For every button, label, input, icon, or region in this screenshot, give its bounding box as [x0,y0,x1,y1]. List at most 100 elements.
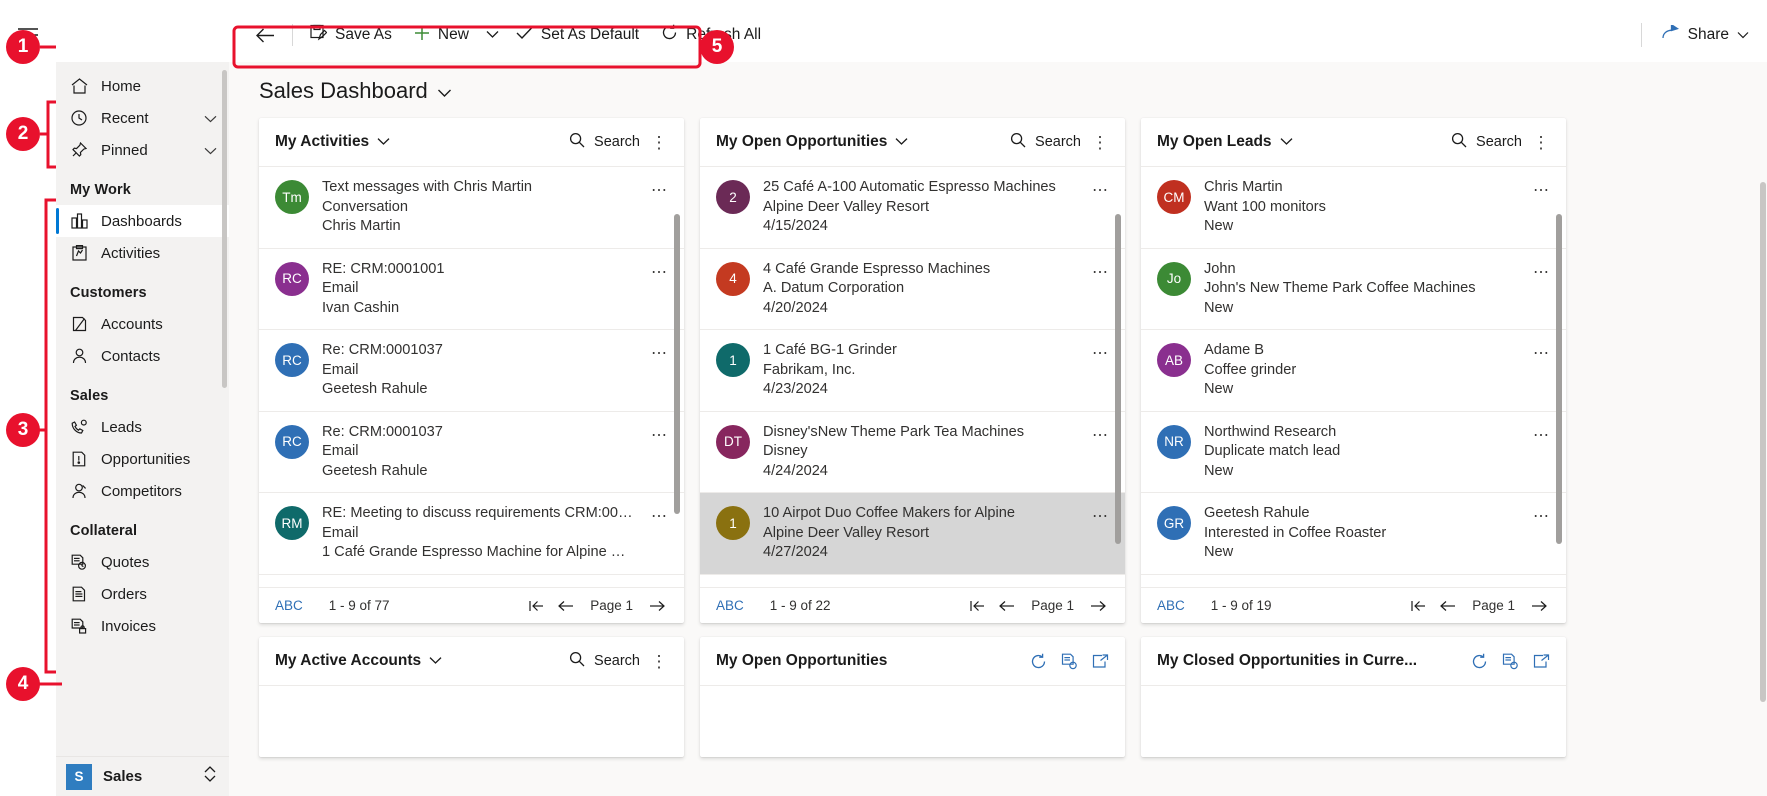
chevron-down-icon[interactable] [1280,133,1293,151]
sidebar-item-opportunities[interactable]: Opportunities [56,443,229,475]
list-item[interactable]: AB Adame B Coffee grinder New ⋯ [1141,329,1566,411]
card-list-scrollbar[interactable] [1115,214,1121,544]
list-item-menu-button[interactable]: ⋯ [1529,504,1552,525]
card-search-button[interactable]: Search [1004,128,1087,156]
next-page-button[interactable] [1083,597,1113,615]
card-title-my-closed-opportunities-chart[interactable]: My Closed Opportunities in Curre... [1157,652,1417,670]
sidebar-item-pinned[interactable]: Pinned [56,134,229,166]
list-item-menu-button[interactable]: ⋯ [647,178,670,199]
card-list-scrollbar[interactable] [674,214,680,514]
card-overflow-menu-button[interactable]: ⋮ [646,128,672,156]
list-item[interactable]: 4 4 Café Grande Espresso Machines A. Dat… [700,247,1125,330]
previous-page-button[interactable] [992,597,1022,615]
list-item-menu-button[interactable]: ⋯ [1088,341,1111,362]
set-as-default-button[interactable]: Set As Default [505,15,650,55]
previous-page-button[interactable] [1433,597,1463,615]
sidebar-scrollbar[interactable] [222,70,227,388]
card-title-my-open-opportunities[interactable]: My Open Opportunities [716,133,908,151]
next-page-button[interactable] [1524,597,1554,615]
list-item-menu-button[interactable]: ⋯ [1088,423,1111,443]
list-item-menu-button[interactable]: ⋯ [647,341,670,362]
list-item[interactable]: RC Re: CRM:0001037 Email Geetesh Rahule … [259,329,684,411]
refresh-icon[interactable] [1471,653,1488,670]
sidebar-item-accounts[interactable]: Accounts [56,308,229,340]
list-item[interactable]: Tm Text messages with Chris Martin Conve… [259,166,684,248]
list-item[interactable]: DN Disney's New Theme Park Coffee Machin… [700,573,1125,588]
expand-icon[interactable] [1533,653,1550,669]
list-item-menu-button[interactable]: ⋯ [647,586,670,588]
list-item[interactable]: CM Chris Martin Want 100 monitors New ⋯ [1141,166,1566,248]
list-item-menu-button[interactable]: ⋯ [1088,586,1111,588]
list-item-menu-button[interactable]: ⋯ [1088,178,1111,199]
list-item-menu-button[interactable]: ⋯ [1088,260,1111,280]
card-search-button[interactable]: Search [563,128,646,156]
share-button[interactable]: Share [1654,19,1757,51]
list-item-menu-button[interactable]: ⋯ [1529,586,1552,588]
card-title-my-open-opportunities-chart[interactable]: My Open Opportunities [716,652,887,670]
previous-page-button[interactable] [551,597,581,615]
sidebar-item-quotes[interactable]: Quotes [56,546,229,578]
card-search-button[interactable]: Search [1445,128,1528,156]
list-item[interactable]: DT Disney'sNew Theme Park Tea Machines D… [700,410,1125,493]
first-page-button[interactable] [962,597,992,615]
save-as-button[interactable]: Save As [299,15,403,55]
list-item[interactable]: RC RE: CRM:0001001 Email Ivan Cashin ⋯ [259,247,684,330]
sidebar-item-competitors[interactable]: Competitors [56,475,229,507]
list-item-menu-button[interactable]: ⋯ [1088,504,1111,525]
dashboard-title-text[interactable]: Sales Dashboard [259,78,428,104]
sidebar-item-leads[interactable]: Leads [56,411,229,443]
sidebar-item-orders[interactable]: Orders [56,578,229,610]
next-page-button[interactable] [642,597,672,615]
alpha-index-button[interactable]: ABC [1157,598,1185,613]
chevron-down-icon[interactable] [204,110,217,127]
chevron-down-icon[interactable] [377,133,390,151]
list-item[interactable]: RC Re: CRM:0001037 Email Geetesh Rahule … [259,410,684,493]
card-search-button[interactable]: Search [563,647,646,675]
first-page-button[interactable] [521,597,551,615]
list-item[interactable]: 1 10 Airpot Duo Coffee Makers for Alpine… [700,492,1125,574]
chevron-down-icon[interactable] [429,652,442,670]
list-item-menu-button[interactable]: ⋯ [1529,341,1552,362]
chevron-up-down-icon[interactable] [203,765,217,788]
list-item[interactable]: NR Northwind Research Duplicate match le… [1141,410,1566,493]
list-item-menu-button[interactable]: ⋯ [647,260,670,280]
sidebar-item-activities[interactable]: Activities [56,237,229,269]
sidebar-item-dashboards[interactable]: Dashboards [56,205,229,237]
view-records-icon[interactable] [1502,653,1519,670]
main-scrollbar[interactable] [1760,182,1766,702]
app-switcher[interactable]: S Sales [56,756,229,796]
sidebar-item-invoices[interactable]: Invoices [56,610,229,642]
list-item[interactable]: AM Alex Martin Testing duplicate matchin… [1141,573,1566,588]
card-overflow-menu-button[interactable]: ⋮ [646,647,672,675]
card-overflow-menu-button[interactable]: ⋮ [1087,128,1113,156]
new-dropdown-button[interactable] [480,15,505,55]
list-item-menu-button[interactable]: ⋯ [1529,178,1552,199]
new-button[interactable]: New [403,15,480,55]
card-title-my-open-leads[interactable]: My Open Leads [1157,133,1293,151]
list-item[interactable]: RC Re: CRM:0001031 Email Devansh Choure … [259,573,684,588]
list-item[interactable]: 2 25 Café A-100 Automatic Espresso Machi… [700,166,1125,248]
chevron-down-icon[interactable] [895,133,908,151]
alpha-index-button[interactable]: ABC [716,598,744,613]
list-item[interactable]: RM RE: Meeting to discuss requirements C… [259,492,684,574]
view-records-icon[interactable] [1061,653,1078,670]
card-title-my-activities[interactable]: My Activities [275,133,390,151]
sidebar-item-recent[interactable]: Recent [56,102,229,134]
card-list-scrollbar[interactable] [1556,214,1562,544]
first-page-button[interactable] [1403,597,1433,615]
sidebar-item-home[interactable]: Home [56,70,229,102]
refresh-icon[interactable] [1030,653,1047,670]
chevron-down-icon[interactable] [204,142,217,159]
chevron-down-icon[interactable] [437,78,452,104]
list-item[interactable]: 1 1 Café BG-1 Grinder Fabrikam, Inc. 4/2… [700,329,1125,411]
alpha-index-button[interactable]: ABC [275,598,303,613]
expand-icon[interactable] [1092,653,1109,669]
list-item-menu-button[interactable]: ⋯ [647,504,670,525]
list-item-menu-button[interactable]: ⋯ [1529,260,1552,280]
list-item[interactable]: Jo John John's New Theme Park Coffee Mac… [1141,247,1566,330]
list-item-menu-button[interactable]: ⋯ [647,423,670,443]
sidebar-item-contacts[interactable]: Contacts [56,340,229,372]
list-item-menu-button[interactable]: ⋯ [1529,423,1552,443]
card-title-my-active-accounts[interactable]: My Active Accounts [275,652,442,670]
back-button[interactable] [244,15,286,55]
